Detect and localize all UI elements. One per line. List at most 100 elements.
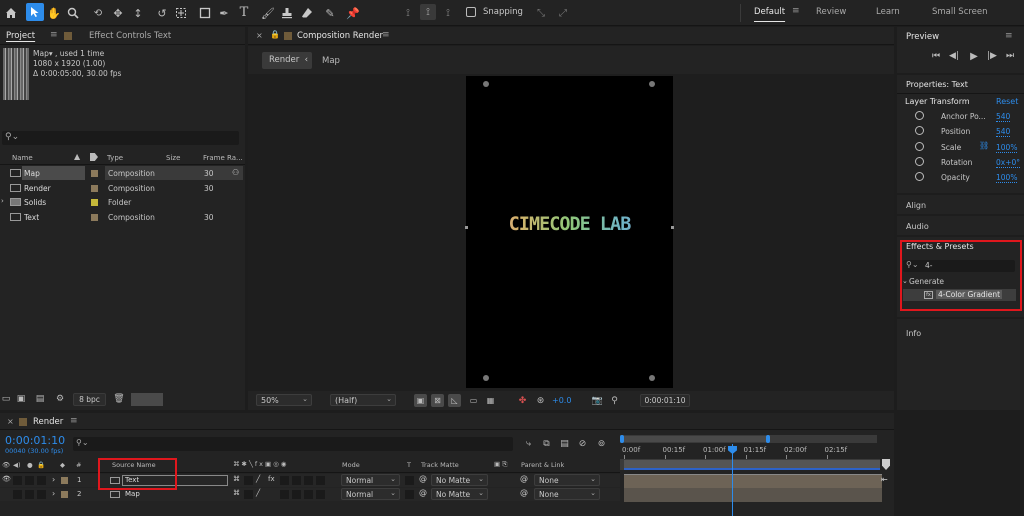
panel-menu-icon[interactable]: ≡ <box>50 30 58 40</box>
selection-tool-icon[interactable] <box>26 3 44 21</box>
item-label-color[interactable] <box>91 170 98 177</box>
mask-visibility-icon[interactable]: ◺ <box>448 394 461 407</box>
rectangle-tool-icon[interactable] <box>197 5 213 21</box>
timeline-menu-icon[interactable]: ≡ <box>70 416 78 426</box>
label-column-icon[interactable]: ◆ <box>60 461 65 469</box>
audio-toggle[interactable] <box>13 476 22 485</box>
3d-switch[interactable] <box>316 490 325 499</box>
adjustment-switch[interactable] <box>304 476 313 485</box>
audio-switch-icon[interactable]: ◀) <box>13 461 21 469</box>
layer-name[interactable]: Map <box>125 490 140 498</box>
close-timeline-icon[interactable]: × <box>7 417 14 426</box>
track-matte-dropdown[interactable]: No Matte ⌄ <box>431 474 488 486</box>
pen-tool-icon[interactable]: ✒ <box>216 5 232 21</box>
stopwatch-icon[interactable] <box>915 141 924 151</box>
parent-dropdown[interactable]: None ⌄ <box>534 474 600 486</box>
constrain-proportions-icon[interactable]: ⛓ <box>979 141 989 150</box>
snapshot-icon[interactable]: 📷 <box>591 394 604 407</box>
trash-icon[interactable]: 🗑 <box>113 393 125 405</box>
snap-features-icon[interactable]: ⤢ <box>556 5 570 21</box>
solo-switch-icon[interactable]: ● <box>27 461 33 469</box>
shy-switch-icon[interactable]: ⌘ <box>233 475 240 483</box>
stopwatch-icon[interactable] <box>915 156 924 166</box>
col-size[interactable]: Size <box>166 154 180 162</box>
blend-mode-dropdown[interactable]: Normal ⌄ <box>341 474 400 486</box>
frame-blend-switch[interactable] <box>280 490 289 499</box>
property-value[interactable]: 0x+0° <box>996 158 1021 168</box>
brush-tool-icon[interactable]: 🖌 <box>260 5 276 21</box>
comp-canvas[interactable]: CIMECODE LAB <box>465 76 674 388</box>
collapse-switch[interactable] <box>244 490 253 499</box>
matte-pickwhip-icon[interactable]: @ <box>419 474 427 483</box>
tab-composition[interactable]: Composition Render <box>297 31 383 41</box>
frame-blend-switch[interactable] <box>280 476 289 485</box>
workspace-tab-default[interactable]: Default <box>754 7 785 17</box>
axis-world-icon[interactable]: ⟟ <box>420 4 436 20</box>
item-label-color[interactable] <box>91 199 98 206</box>
exposure-value[interactable]: +0.0 <box>552 396 571 405</box>
col-mode[interactable]: Mode <box>342 461 360 469</box>
interpret-footage-icon[interactable]: ▭ <box>0 393 12 405</box>
workspace-tab-review[interactable]: Review <box>816 7 846 17</box>
close-tab-icon[interactable]: × <box>256 31 263 40</box>
project-item[interactable]: Text Composition 30 <box>0 210 245 224</box>
workspace-tab-small-screen[interactable]: Small Screen <box>932 7 988 17</box>
solo-toggle[interactable] <box>25 476 34 485</box>
comp-timecode[interactable]: 0:00:01:10 <box>640 394 690 407</box>
workspace-tab-learn[interactable]: Learn <box>876 7 900 17</box>
col-track-matte[interactable]: Track Matte <box>421 461 459 469</box>
project-item[interactable]: Map Composition 30 ⚇ <box>0 166 245 180</box>
zoom-tool-icon[interactable] <box>65 5 81 21</box>
project-item[interactable]: Render Composition 30 <box>0 181 245 195</box>
region-of-interest-icon[interactable]: ▭ <box>467 394 480 407</box>
axis-local-icon[interactable]: ⟟ <box>400 5 416 21</box>
flowchart-icon[interactable]: ⚙ <box>54 393 66 405</box>
last-frame-icon[interactable]: ⏭ <box>1003 49 1017 63</box>
home-icon[interactable] <box>3 5 19 21</box>
parent-dropdown[interactable]: None ⌄ <box>534 488 600 500</box>
puppet-pin-tool-icon[interactable]: 📌 <box>345 5 361 21</box>
preserve-transparency-toggle[interactable] <box>405 490 414 499</box>
lock-toggle[interactable] <box>37 490 46 499</box>
property-value[interactable]: 540 <box>996 127 1011 138</box>
work-area-bar[interactable] <box>621 436 769 442</box>
orbit-camera-icon[interactable]: ⟲ <box>90 5 106 21</box>
channel-icon[interactable]: ✤ <box>516 394 529 407</box>
eraser-tool-icon[interactable] <box>299 5 315 21</box>
expand-layer-icon[interactable]: › <box>52 489 55 498</box>
effects-switch-icon[interactable]: fx <box>268 475 275 483</box>
blend-mode-dropdown[interactable]: Normal ⌄ <box>341 488 400 500</box>
play-icon[interactable]: ▶ <box>967 49 981 63</box>
layer-label-color[interactable] <box>61 477 68 484</box>
bpc-button[interactable]: 8 bpc <box>73 393 106 406</box>
work-area-bar-main[interactable] <box>620 459 880 470</box>
new-folder-icon[interactable]: ▣ <box>15 393 27 405</box>
expand-icon[interactable]: › <box>1 197 4 205</box>
tab-project[interactable]: Project <box>6 31 35 41</box>
solo-toggle[interactable] <box>25 490 34 499</box>
timeline-layer-row[interactable]: 👁 › 1 Text ⌘ ╱ fx Normal ⌄ @ No Matte ⌄ @ None ⌄ <box>0 474 620 487</box>
matte-pickwhip-icon[interactable]: @ <box>419 488 427 497</box>
snap-edges-icon[interactable]: ⤡ <box>534 5 548 21</box>
lock-icon[interactable] <box>64 32 72 40</box>
shy-switch-icon[interactable]: ⌘ <box>233 489 240 497</box>
comp-lock-icon[interactable]: 🔒 <box>270 30 280 39</box>
comp-panel-menu-icon[interactable]: ≡ <box>382 30 390 40</box>
type-tool-icon[interactable]: T <box>236 4 252 20</box>
frame-blending-icon[interactable]: ⊘ <box>576 437 589 450</box>
property-value[interactable]: 100% <box>996 143 1018 153</box>
adjustment-switch[interactable] <box>304 490 313 499</box>
col-frame-rate[interactable]: Frame Ra... <box>203 154 243 162</box>
item-label-color[interactable] <box>91 184 98 192</box>
track-matte-dropdown[interactable]: No Matte ⌄ <box>431 488 488 500</box>
preserve-transparency-toggle[interactable] <box>405 476 414 485</box>
video-toggle-icon[interactable]: 👁 <box>2 475 11 483</box>
stopwatch-icon[interactable] <box>915 111 924 120</box>
pan-behind-tool-icon[interactable] <box>173 5 189 21</box>
motion-blur-icon[interactable]: ⊚ <box>595 437 608 450</box>
playhead[interactable] <box>727 444 737 516</box>
col-parent-link[interactable]: Parent & Link <box>521 461 564 469</box>
axis-view-icon[interactable]: ⟟ <box>440 5 456 21</box>
resolution-dropdown[interactable]: (Half) ⌄ <box>330 394 396 406</box>
comp-mini-flowchart-icon[interactable]: ⤷ <box>522 437 535 450</box>
